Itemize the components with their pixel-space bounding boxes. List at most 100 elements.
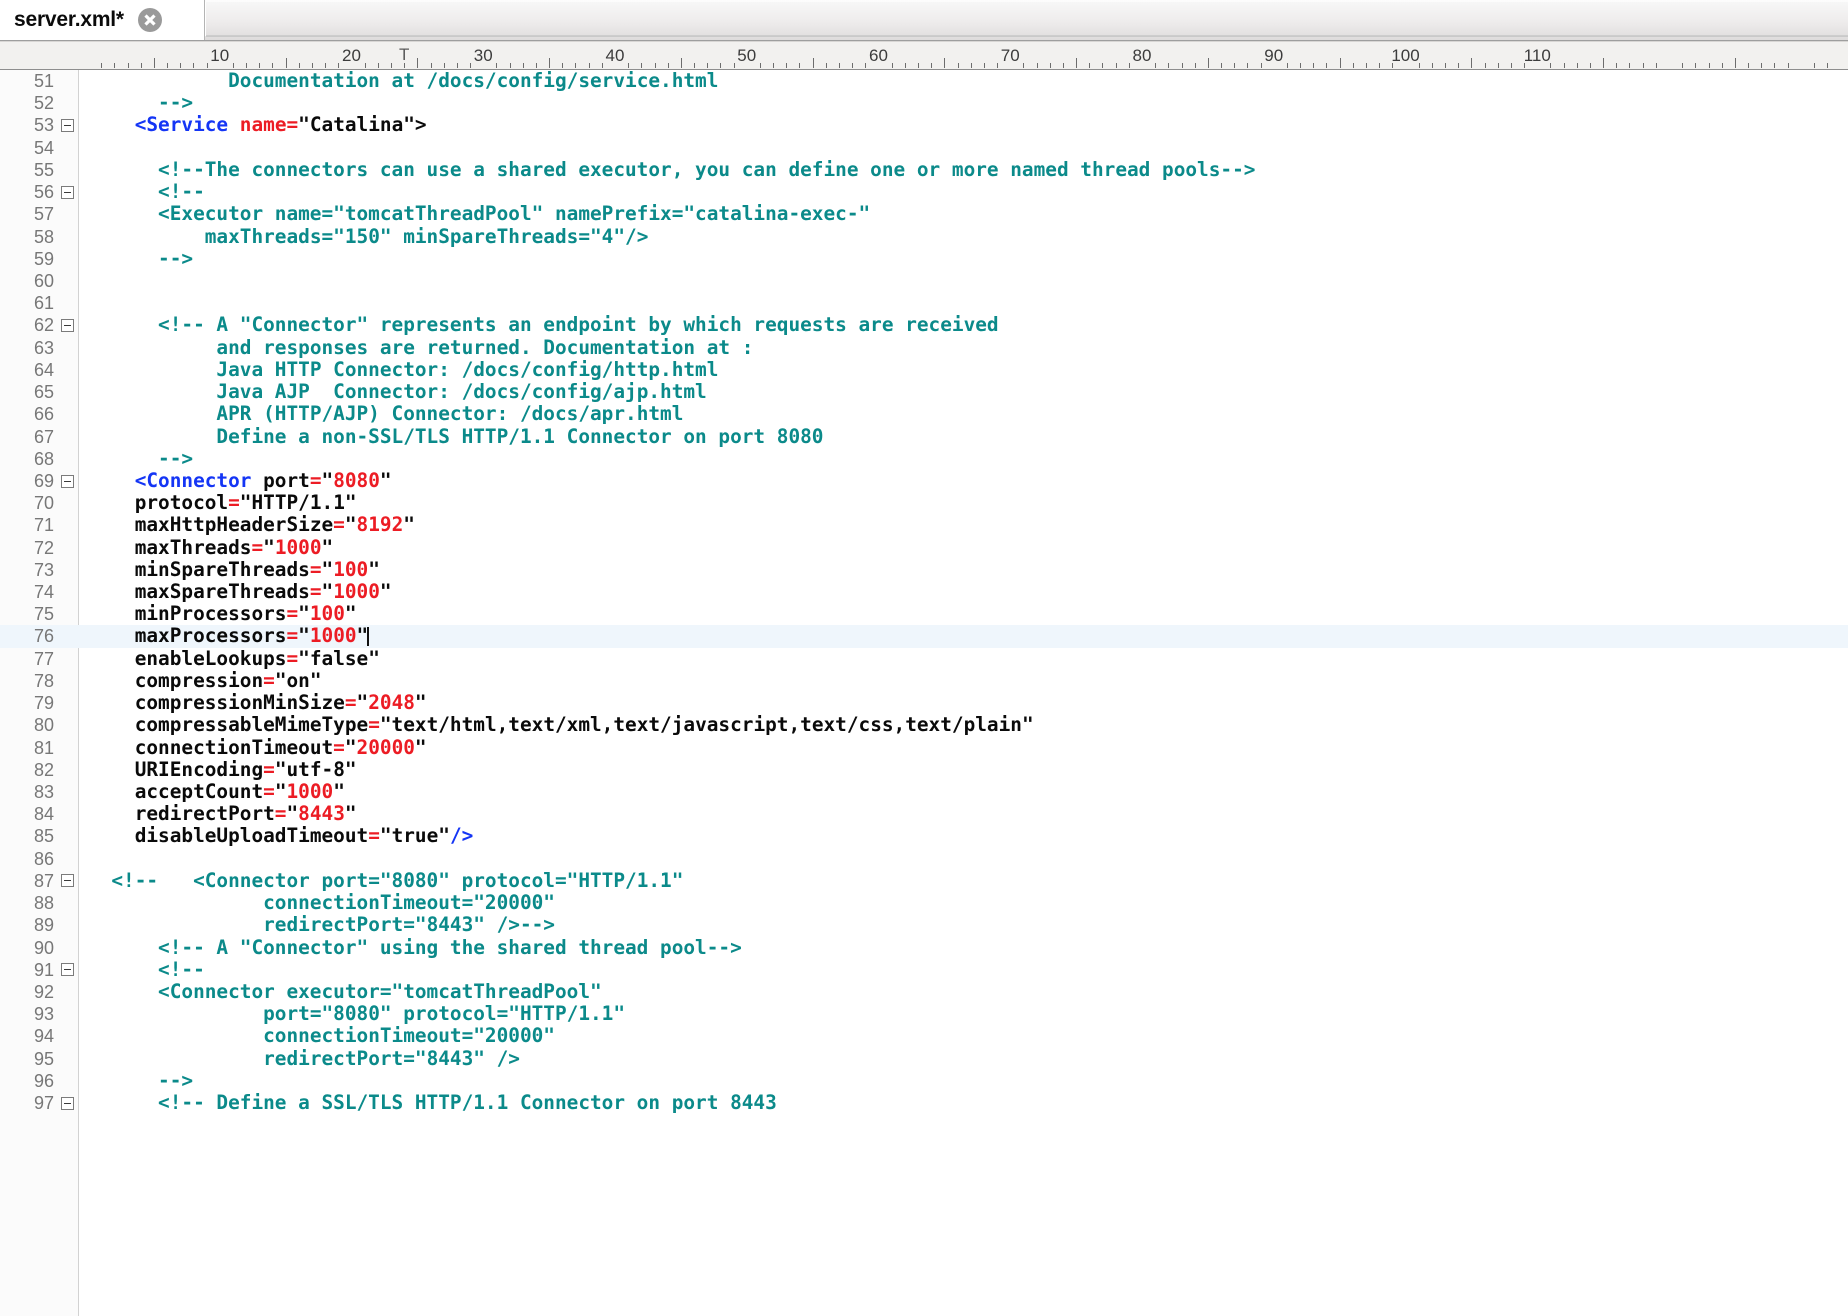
code-line[interactable]: 74 maxSpareThreads="1000" <box>0 580 1848 604</box>
code-line[interactable]: 95 redirectPort="8443" /> <box>0 1047 1848 1070</box>
code-token: " <box>344 802 357 826</box>
code-token: = <box>368 824 380 848</box>
code-line[interactable]: 70 protocol="HTTP/1.1" <box>0 492 1848 514</box>
fold-collapse-icon[interactable] <box>56 874 78 888</box>
code-token: = <box>309 580 322 604</box>
fold-minus-box[interactable] <box>60 119 74 133</box>
code-line-text: maxProcessors="1000" <box>78 625 1848 647</box>
line-number: 73 <box>33 559 54 580</box>
code-line[interactable]: 51 Documentation at /docs/config/service… <box>0 70 1848 92</box>
code-line[interactable]: 97 <!-- Define a SSL/TLS HTTP/1.1 Connec… <box>0 1091 1848 1115</box>
code-line[interactable]: 92 <Connector executor="tomcatThreadPool… <box>0 980 1848 1003</box>
code-line[interactable]: 86 <box>0 848 1848 870</box>
fold-collapse-icon[interactable] <box>56 185 78 199</box>
close-circle-icon[interactable] <box>137 8 162 32</box>
code-line[interactable]: 52 --> <box>0 92 1848 114</box>
code-line[interactable]: 89 redirectPort="8443" />--> <box>0 914 1848 936</box>
code-line[interactable]: 75 minProcessors="100" <box>0 603 1848 625</box>
column-ruler[interactable]: 10 20 30 40 50 60 70 80 90 100 110 T <box>0 41 1848 70</box>
fold-minus-box[interactable] <box>60 963 74 977</box>
code-line[interactable]: 66 APR (HTTP/AJP) Connector: /docs/apr.h… <box>0 403 1848 425</box>
code-line[interactable]: 60 <box>0 270 1848 292</box>
code-token: = <box>368 713 380 737</box>
code-token: " <box>344 513 357 537</box>
fold-collapse-icon[interactable] <box>56 1096 78 1110</box>
line-number: 83 <box>33 782 54 802</box>
svg-text:40: 40 <box>606 46 625 65</box>
code-line[interactable]: 88 connectionTimeout="20000" <box>0 891 1848 914</box>
code-line[interactable]: 63 and responses are returned. Documenta… <box>0 336 1848 359</box>
code-line-text: disableUploadTimeout="true"/> <box>78 825 1848 847</box>
code-line[interactable]: 69 <Connector port="8080" <box>0 469 1848 492</box>
code-line[interactable]: 78 compression="on" <box>0 668 1848 692</box>
code-token: <!-- Define a SSL/TLS HTTP/1.1 Connector… <box>158 1091 777 1115</box>
fold-minus-box[interactable] <box>60 319 74 333</box>
code-token: " <box>344 602 357 626</box>
fold-collapse-icon[interactable] <box>56 963 78 977</box>
code-editor[interactable]: 51 Documentation at /docs/config/service… <box>0 70 1848 1316</box>
line-number: 90 <box>33 937 54 958</box>
code-line[interactable]: 79 compressionMinSize="2048" <box>0 692 1848 714</box>
line-number: 72 <box>33 537 54 558</box>
code-line[interactable]: 61 <box>0 292 1848 314</box>
fold-collapse-icon[interactable] <box>56 474 78 488</box>
code-line[interactable]: 77 enableLookups="false" <box>0 647 1848 670</box>
code-line[interactable]: 57 <Executor name="tomcatThreadPool" nam… <box>0 203 1848 225</box>
code-token: 20000 <box>356 735 415 759</box>
code-line[interactable]: 59 --> <box>0 247 1848 270</box>
code-line[interactable]: 84 redirectPort="8443" <box>0 803 1848 825</box>
code-line[interactable]: 56 <!-- <box>0 180 1848 203</box>
code-line[interactable]: 55 <!--The connectors can use a shared e… <box>0 158 1848 181</box>
code-line-text: redirectPort="8443" />--> <box>78 914 1848 936</box>
fold-minus-box[interactable] <box>60 1096 74 1110</box>
code-line[interactable]: 71 maxHttpHeaderSize="8192" <box>0 514 1848 536</box>
code-line[interactable]: 87 <!-- <Connector port="8080" protocol=… <box>0 869 1848 892</box>
code-line[interactable]: 72 maxThreads="1000" <box>0 536 1848 559</box>
code-line[interactable]: 64 Java HTTP Connector: /docs/config/htt… <box>0 358 1848 381</box>
code-area[interactable]: 51 Documentation at /docs/config/service… <box>0 70 1848 1114</box>
code-line[interactable]: 94 connectionTimeout="20000" <box>0 1025 1848 1047</box>
code-line-text: protocol="HTTP/1.1" <box>78 492 1848 514</box>
code-line[interactable]: 81 connectionTimeout="20000" <box>0 735 1848 759</box>
code-line[interactable]: 82 URIEncoding="utf-8" <box>0 757 1848 781</box>
code-line-text: --> <box>78 447 1848 470</box>
code-line[interactable]: 67 Define a non-SSL/TLS HTTP/1.1 Connect… <box>0 425 1848 448</box>
tab-server-xml[interactable]: server.xml* <box>0 0 205 40</box>
code-token: " <box>274 668 287 692</box>
code-line[interactable]: 65 Java AJP Connector: /docs/config/ajp.… <box>0 380 1848 403</box>
fold-minus-box[interactable] <box>60 874 74 888</box>
code-line[interactable]: 68 --> <box>0 447 1848 470</box>
code-line[interactable]: 83 acceptCount="1000" <box>0 780 1848 803</box>
code-line[interactable]: 73 minSpareThreads="100" <box>0 558 1848 581</box>
code-token: URIEncoding <box>134 757 264 781</box>
code-token: " <box>344 491 357 515</box>
code-line[interactable]: 96 --> <box>0 1069 1848 1092</box>
fold-minus-box[interactable] <box>60 185 74 199</box>
code-line[interactable]: 91 <!-- <box>0 958 1848 981</box>
code-line[interactable]: 90 <!-- A "Connector" using the shared t… <box>0 936 1848 959</box>
code-token: HTTP/1.1 <box>251 491 345 515</box>
fold-collapse-icon[interactable] <box>56 119 78 133</box>
code-line[interactable]: 93 port="8080" protocol="HTTP/1.1" <box>0 1003 1848 1025</box>
svg-text:110: 110 <box>1524 46 1551 65</box>
fold-minus-box[interactable] <box>60 474 74 488</box>
line-number: 79 <box>33 693 54 714</box>
code-line[interactable]: 58 maxThreads="150" minSpareThreads="4"/… <box>0 224 1848 248</box>
code-line[interactable]: 54 <box>0 137 1848 159</box>
code-line-text: <Connector port="8080" <box>78 469 1848 492</box>
code-line-current[interactable]: 76 maxProcessors="1000" <box>0 625 1848 648</box>
code-token: maxThreads="150" minSpareThreads="4"/> <box>204 224 649 248</box>
code-token: " <box>309 668 322 692</box>
line-number: 61 <box>33 293 54 314</box>
code-line[interactable]: 85 disableUploadTimeout="true"/> <box>0 825 1848 847</box>
code-line[interactable]: 62 <!-- A "Connector" represents an endp… <box>0 314 1848 336</box>
code-line[interactable]: 53 <Service name="Catalina"> <box>0 114 1848 136</box>
code-token: disableUploadTimeout <box>134 824 369 848</box>
code-line[interactable]: 80 compressableMimeType="text/html,text/… <box>0 714 1848 736</box>
fold-collapse-icon[interactable] <box>56 319 78 333</box>
code-token: " <box>344 735 357 759</box>
